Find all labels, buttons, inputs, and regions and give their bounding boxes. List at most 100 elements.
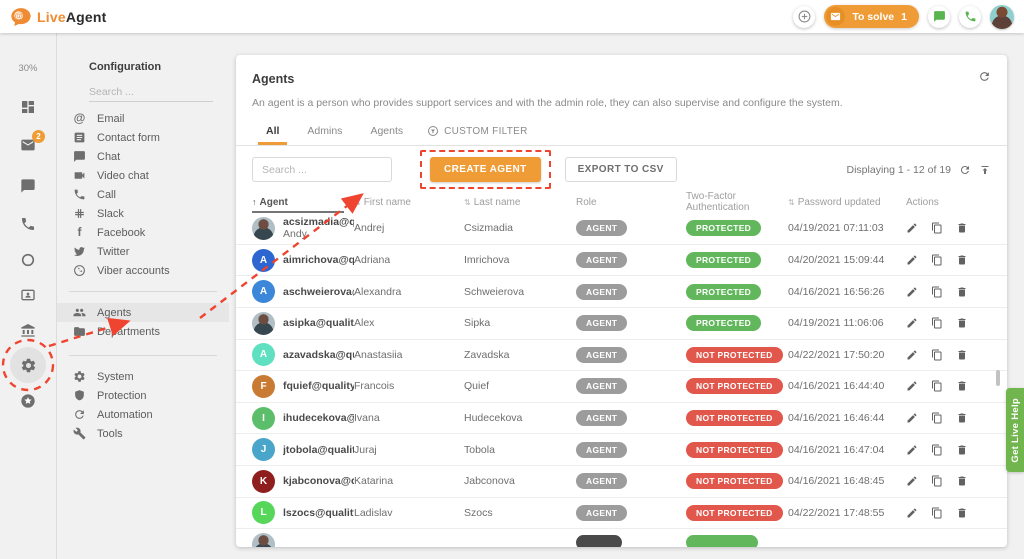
delete-button[interactable]	[956, 254, 968, 266]
duplicate-button[interactable]	[931, 475, 943, 487]
create-agent-button[interactable]: CREATE AGENT	[430, 157, 541, 182]
rail-chats-button[interactable]	[0, 178, 56, 194]
agent-subline: Andy	[283, 228, 354, 240]
edit-button[interactable]	[906, 507, 918, 519]
config-menu-item-video-chat[interactable]: Video chat	[57, 166, 229, 185]
edit-button[interactable]	[906, 349, 918, 361]
to-solve-button[interactable]: To solve 1	[824, 5, 919, 28]
delete-button[interactable]	[956, 286, 968, 298]
table-row[interactable]: K kjabconova@qual Katarina Jabconova AGE…	[236, 466, 1007, 498]
config-menu-item-contact-form[interactable]: Contact form	[57, 128, 229, 147]
config-menu-item-twitter[interactable]: Twitter	[57, 242, 229, 261]
duplicate-button[interactable]	[931, 349, 943, 361]
rail-history-button[interactable]	[0, 252, 56, 268]
table-row[interactable]: A aschweierova@qu Alexandra Schweierova …	[236, 276, 1007, 308]
duplicate-button[interactable]	[931, 286, 943, 298]
column-header-last-name[interactable]: ⇅Last name	[464, 193, 576, 211]
delete-button[interactable]	[956, 475, 968, 487]
table-row[interactable]: A azavadska@quali Anastasiia Zavadska AG…	[236, 340, 1007, 372]
export-to-csv-button[interactable]: EXPORT TO CSV	[565, 157, 677, 182]
delete-button[interactable]	[956, 380, 968, 392]
edit-button[interactable]	[906, 286, 918, 298]
contact-form-icon	[73, 131, 86, 144]
bank-icon	[20, 322, 36, 338]
config-menu-item-label: Email	[97, 113, 125, 125]
rail-dashboard-button[interactable]	[0, 99, 56, 115]
duplicate-button[interactable]	[931, 412, 943, 424]
get-live-help-tab[interactable]: Get Live Help	[1006, 388, 1024, 472]
edit-button[interactable]	[906, 222, 918, 234]
pencil-icon	[906, 412, 918, 424]
edit-button[interactable]	[906, 254, 918, 266]
rail-contacts-button[interactable]	[0, 287, 56, 303]
tab-agents[interactable]: Agents	[356, 117, 417, 145]
delete-button[interactable]	[956, 412, 968, 424]
config-menu-item-tools[interactable]: Tools	[57, 424, 229, 443]
people-menu: Agents Departments	[57, 303, 229, 341]
scroll-to-top-button[interactable]	[979, 164, 991, 176]
scrollbar-thumb[interactable]	[996, 370, 1000, 386]
config-menu-item-email[interactable]: @ Email	[57, 109, 229, 128]
rail-calls-button[interactable]	[0, 216, 56, 232]
table-row[interactable]	[236, 529, 1007, 547]
table-row[interactable]: acsizmadia@qual Andy Andrej Csizmadia AG…	[236, 213, 1007, 245]
tab-all[interactable]: All	[252, 117, 293, 145]
duplicate-button[interactable]	[931, 317, 943, 329]
config-menu-item-chat[interactable]: Chat	[57, 147, 229, 166]
star-circle-icon	[20, 393, 36, 409]
config-menu-item-viber-accounts[interactable]: Viber accounts	[57, 261, 229, 280]
config-menu-item-call[interactable]: Call	[57, 185, 229, 204]
delete-button[interactable]	[956, 507, 968, 519]
config-menu-item-system[interactable]: System	[57, 367, 229, 386]
table-row[interactable]: L lszocs@qualityun Ladislav Szocs AGENT …	[236, 498, 1007, 530]
rail-billing-button[interactable]	[0, 322, 56, 338]
two-factor-badge: PROTECTED	[686, 252, 761, 268]
delete-button[interactable]	[956, 349, 968, 361]
config-menu-item-facebook[interactable]: f Facebook	[57, 223, 229, 242]
column-header-agent[interactable]: ↑Agent	[252, 193, 354, 211]
avatar	[252, 217, 275, 240]
config-menu-item-protection[interactable]: Protection	[57, 386, 229, 405]
rail-configuration-button[interactable]	[0, 347, 56, 383]
table-row[interactable]: J jtobola@qualityur Juraj Tobola AGENT N…	[236, 434, 1007, 466]
rail-gamification-button[interactable]	[0, 393, 56, 409]
edit-button[interactable]	[906, 475, 918, 487]
duplicate-button[interactable]	[931, 444, 943, 456]
configuration-search-input[interactable]	[89, 83, 213, 102]
calls-button[interactable]	[959, 6, 981, 28]
user-avatar[interactable]	[990, 5, 1014, 29]
edit-button[interactable]	[906, 412, 918, 424]
duplicate-button[interactable]	[931, 254, 943, 266]
column-header-first-name[interactable]: ⇅First name	[354, 193, 464, 211]
delete-button[interactable]	[956, 317, 968, 329]
delete-button[interactable]	[956, 222, 968, 234]
duplicate-button[interactable]	[931, 507, 943, 519]
chats-button[interactable]	[928, 6, 950, 28]
tab-admins[interactable]: Admins	[293, 117, 356, 145]
edit-button[interactable]	[906, 317, 918, 329]
table-row[interactable]: A aimrichova@quali Adriana Imrichova AGE…	[236, 245, 1007, 277]
table-refresh-button[interactable]	[959, 164, 971, 176]
add-new-button[interactable]	[793, 6, 815, 28]
config-menu-item-agents[interactable]: Agents	[57, 303, 229, 322]
config-menu-item-departments[interactable]: Departments	[57, 322, 229, 341]
custom-filter-button[interactable]: CUSTOM FILTER	[427, 117, 528, 145]
duplicate-button[interactable]	[931, 380, 943, 392]
pencil-icon	[906, 444, 918, 456]
table-search-input[interactable]	[252, 157, 392, 182]
card-refresh-button[interactable]	[978, 70, 991, 83]
column-header-password-updated[interactable]: ⇅Password updated	[788, 193, 906, 211]
automation-icon	[73, 408, 86, 421]
liveagent-logo[interactable]: @ LiveAgent	[10, 6, 107, 28]
edit-button[interactable]	[906, 380, 918, 392]
table-row[interactable]: I ihudecekova@qua Ivana Hudecekova AGENT…	[236, 403, 1007, 435]
edit-button[interactable]	[906, 444, 918, 456]
config-menu-item-automation[interactable]: Automation	[57, 405, 229, 424]
table-row[interactable]: asipka@qualityun Alex Sipka AGENT PROTEC…	[236, 308, 1007, 340]
config-menu-item-slack[interactable]: Slack	[57, 204, 229, 223]
table-row[interactable]: F fquief@qualityuni Francois Quief AGENT…	[236, 371, 1007, 403]
rail-tickets-button[interactable]: 2	[0, 137, 56, 153]
first-name-cell: Juraj	[354, 444, 464, 456]
duplicate-button[interactable]	[931, 222, 943, 234]
delete-button[interactable]	[956, 444, 968, 456]
